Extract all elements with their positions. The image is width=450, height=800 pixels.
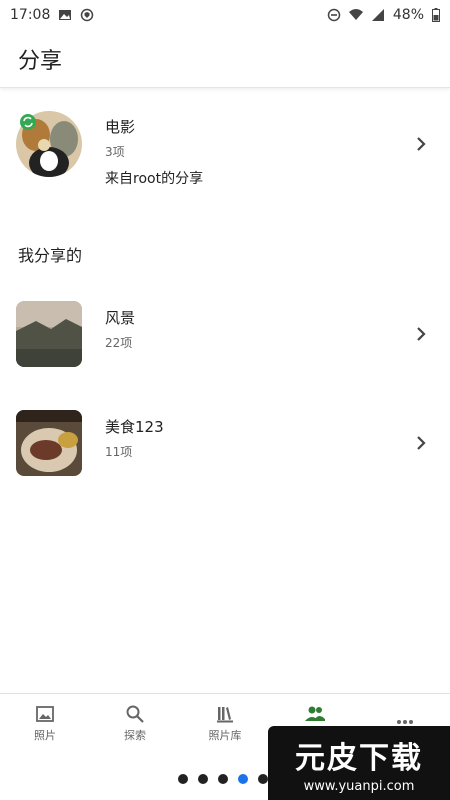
wifi-icon: [348, 9, 363, 20]
album-title: 美食123: [105, 418, 164, 436]
watermark-url: www.yuanpi.com: [303, 778, 415, 794]
shield-icon: [81, 8, 94, 22]
watermark-text: 元皮下载: [295, 740, 423, 776]
battery-percent: 48%: [392, 7, 424, 23]
tab-library[interactable]: 照片库: [180, 694, 270, 752]
do-not-disturb-icon: [327, 8, 341, 22]
tab-photos[interactable]: 照片: [0, 694, 90, 752]
album-title: 风景: [105, 309, 136, 327]
my-share-row[interactable]: 风景 22项: [0, 301, 450, 367]
album-thumbnail: [16, 301, 82, 367]
page-dot-active: [238, 774, 248, 784]
album-thumbnail: [16, 410, 82, 476]
chevron-right-icon: [417, 327, 426, 341]
battery-icon: [432, 8, 440, 22]
page-dot: [198, 774, 208, 784]
album-count: 3项: [105, 145, 125, 159]
album-text: 电影 3项 来自root的分享: [105, 116, 203, 188]
album-source: 来自root的分享: [105, 171, 204, 187]
page-dot: [258, 774, 268, 784]
people-icon: [305, 706, 325, 721]
photo-notification-icon: [59, 10, 72, 20]
search-icon: [126, 705, 144, 723]
app-bar: 分享: [0, 30, 450, 88]
my-shares-heading: 我分享的: [18, 246, 83, 265]
my-share-row[interactable]: 美食123 11项: [0, 410, 450, 476]
page-indicator: [178, 774, 268, 784]
watermark-logo: 元皮下载 www.yuanpi.com: [268, 726, 450, 800]
album-count: 11项: [105, 445, 133, 459]
tab-label: 照片: [34, 728, 56, 742]
album-title: 电影: [105, 118, 136, 136]
shared-album-row[interactable]: 电影 3项 来自root的分享: [0, 106, 450, 187]
signal-icon: [371, 9, 384, 21]
album-count: 22项: [105, 336, 133, 350]
chevron-right-icon: [417, 436, 426, 450]
tab-label: 探索: [124, 728, 146, 742]
album-text: 风景 22项: [105, 307, 135, 351]
status-bar: 17:08 48%: [0, 0, 450, 30]
tab-explore[interactable]: 探索: [90, 694, 180, 752]
page-dot: [178, 774, 188, 784]
tab-label: 照片库: [208, 728, 242, 742]
page-dot: [218, 774, 228, 784]
page-title: 分享: [18, 48, 63, 74]
album-text: 美食123 11项: [105, 416, 164, 460]
library-icon: [217, 706, 233, 722]
shared-badge-icon: [20, 114, 36, 130]
chevron-right-icon: [417, 137, 426, 151]
status-time: 17:08: [10, 7, 51, 23]
image-icon: [36, 705, 54, 722]
